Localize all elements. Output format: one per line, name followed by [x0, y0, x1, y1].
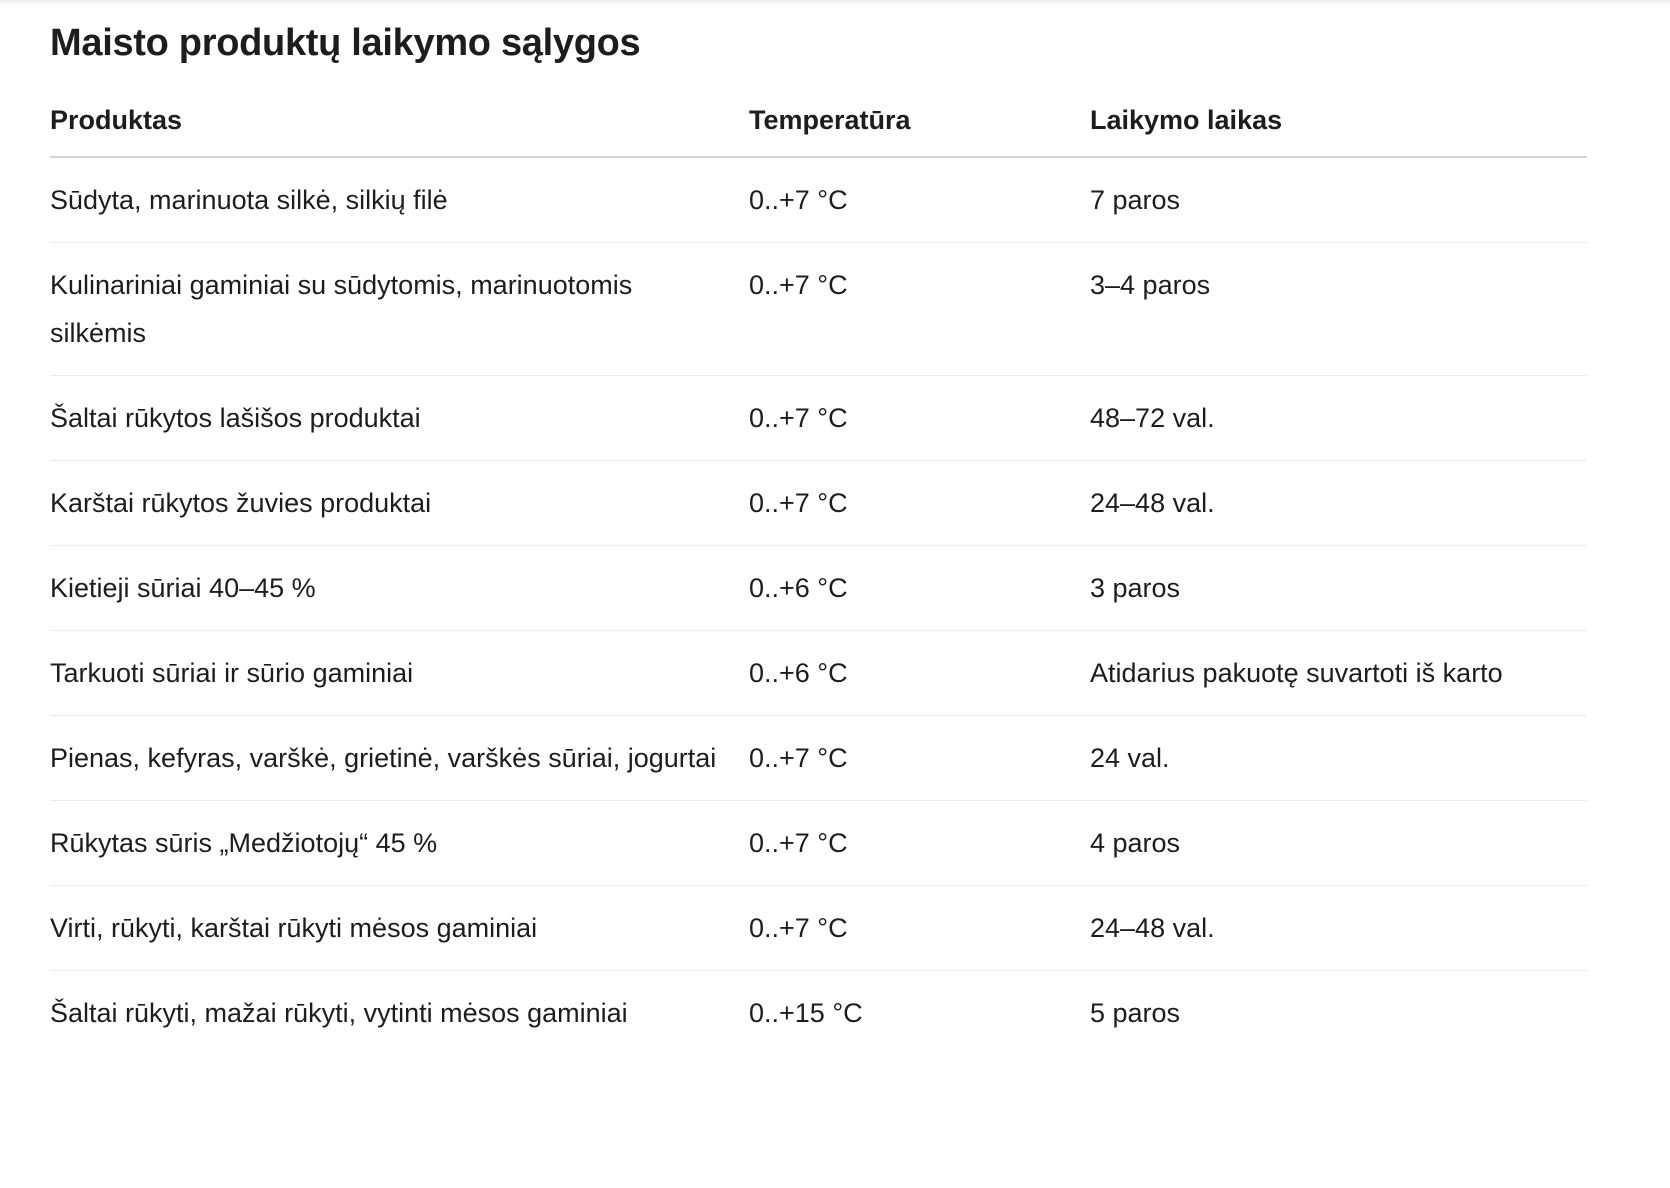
table-row: Sūdyta, marinuota silkė, silkių filė 0..… [50, 157, 1587, 243]
cell-temperature: 0..+7 °C [749, 885, 1090, 971]
table-row: Šaltai rūkyti, mažai rūkyti, vytinti mės… [50, 971, 1587, 1056]
cell-temperature: 0..+7 °C [749, 242, 1090, 376]
cell-product: Kietieji sūriai 40–45 % [50, 545, 749, 631]
cell-product: Tarkuoti sūriai ir sūrio gaminiai [50, 630, 749, 716]
header-temperature: Temperatūra [749, 93, 1090, 158]
storage-conditions-table: Produktas Temperatūra Laikymo laikas Sūd… [50, 93, 1587, 1055]
table-row: Kulinariniai gaminiai su sūdytomis, mari… [50, 242, 1587, 376]
table-row: Virti, rūkyti, karštai rūkyti mėsos gami… [50, 885, 1587, 971]
cell-temperature: 0..+7 °C [749, 375, 1090, 461]
cell-storage-time: 24–48 val. [1090, 885, 1587, 971]
cell-product: Šaltai rūkyti, mažai rūkyti, vytinti mės… [50, 998, 628, 1028]
header-storage-time: Laikymo laikas [1090, 93, 1587, 158]
cell-storage-time: 5 paros [1090, 998, 1181, 1028]
cell-product: Rūkytas sūris „Medžiotojų“ 45 % [50, 800, 749, 886]
cell-product: Sūdyta, marinuota silkė, silkių filė [50, 157, 749, 243]
cell-product: Pienas, kefyras, varškė, grietinė, varšk… [50, 715, 749, 801]
cell-storage-time: 24–48 val. [1090, 460, 1587, 546]
table-row: Šaltai rūkytos lašišos produktai 0..+7 °… [50, 375, 1587, 461]
cell-temperature: 0..+7 °C [749, 460, 1090, 546]
cell-product: Kulinariniai gaminiai su sūdytomis, mari… [50, 242, 749, 376]
cell-product: Virti, rūkyti, karštai rūkyti mėsos gami… [50, 885, 749, 971]
cell-temperature: 0..+6 °C [749, 630, 1090, 716]
cell-storage-time: 4 paros [1090, 800, 1587, 886]
cell-storage-time: Atidarius pakuotę suvartoti iš karto [1090, 630, 1587, 716]
cell-temperature: 0..+15 °C [749, 998, 863, 1028]
cell-temperature: 0..+7 °C [749, 157, 1090, 243]
cell-temperature: 0..+7 °C [749, 715, 1090, 801]
cell-storage-time: 7 paros [1090, 157, 1587, 243]
table-row: Tarkuoti sūriai ir sūrio gaminiai 0..+6 … [50, 630, 1587, 716]
cell-storage-time: 3 paros [1090, 545, 1587, 631]
table-row: Rūkytas sūris „Medžiotojų“ 45 % 0..+7 °C… [50, 800, 1587, 886]
article-content: Maisto produktų laikymo sąlygos Produkta… [50, 0, 1587, 1055]
page-title: Maisto produktų laikymo sąlygos [50, 22, 641, 64]
table-header-row: Produktas Temperatūra Laikymo laikas [50, 93, 1587, 158]
cell-storage-time: 3–4 paros [1090, 242, 1587, 376]
cell-storage-time: 24 val. [1090, 715, 1587, 801]
cell-storage-time: 48–72 val. [1090, 375, 1587, 461]
header-product: Produktas [50, 93, 749, 158]
table-row: Pienas, kefyras, varškė, grietinė, varšk… [50, 715, 1587, 801]
table-row: Karštai rūkytos žuvies produktai 0..+7 °… [50, 460, 1587, 546]
cell-product: Šaltai rūkytos lašišos produktai [50, 375, 749, 461]
table-row: Kietieji sūriai 40–45 % 0..+6 °C 3 paros [50, 545, 1587, 631]
cell-temperature: 0..+7 °C [749, 800, 1090, 886]
cell-product: Karštai rūkytos žuvies produktai [50, 460, 749, 546]
cell-temperature: 0..+6 °C [749, 545, 1090, 631]
